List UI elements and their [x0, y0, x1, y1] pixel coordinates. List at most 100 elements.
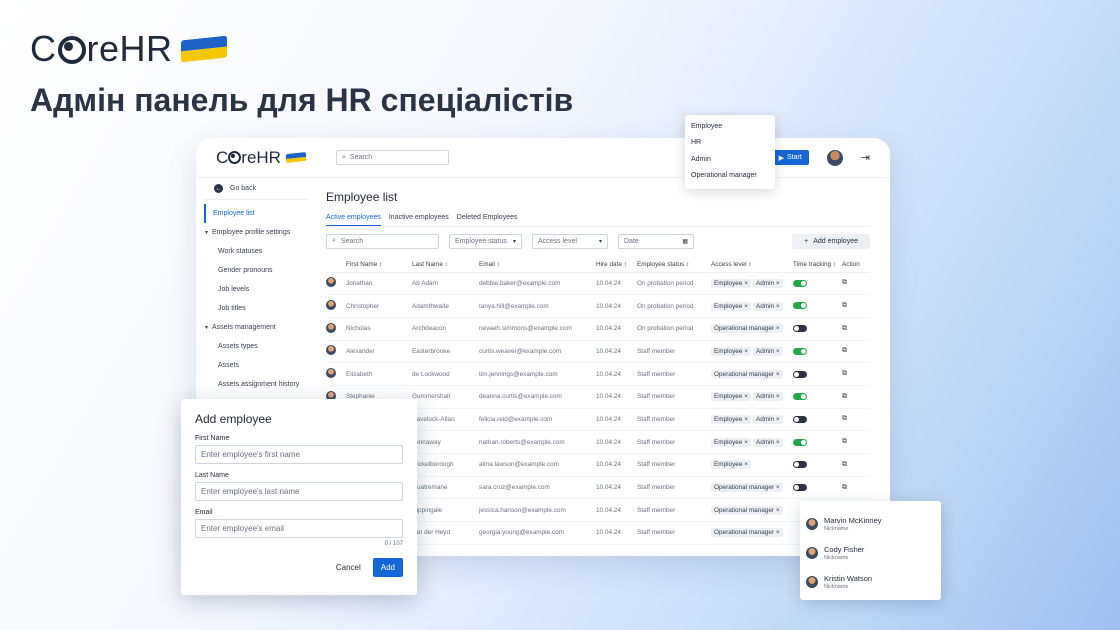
cancel-button[interactable]: Cancel	[336, 563, 361, 572]
access-level-cell[interactable]: Employee × Admin ×	[711, 430, 793, 454]
add-employee-button[interactable]: + Add employee	[792, 233, 870, 249]
open-external-icon[interactable]: ⧉	[842, 484, 847, 491]
access-level-cell[interactable]: Operational manager ×	[711, 498, 793, 523]
time-tracking-toggle[interactable]	[793, 483, 807, 491]
time-tracking-toggle[interactable]	[793, 393, 807, 401]
column-header[interactable]: Employee status ↕	[637, 258, 711, 273]
global-search-input[interactable]: ⌕ Search	[336, 150, 449, 165]
sidebar-item[interactable]: Assets types	[204, 337, 308, 356]
sidebar-item[interactable]: Employee list	[204, 204, 308, 223]
access-tag[interactable]: Admin ×	[752, 414, 783, 424]
access-level-cell[interactable]: Employee × Admin ×	[711, 340, 793, 364]
column-header[interactable]: Time tracking ↕	[793, 258, 842, 273]
time-tracking-toggle[interactable]	[793, 438, 807, 446]
tab-deleted-employees[interactable]: Deleted Employees	[457, 214, 518, 226]
cell-email: georgia.young@example.com	[479, 521, 596, 545]
access-level-cell[interactable]: Employee ×	[711, 453, 793, 477]
table-row[interactable]: Nicholas Archdeacon nevaeh.simmons@example…	[326, 317, 870, 341]
access-tag[interactable]: Operational manager ×	[711, 369, 783, 379]
user-avatar[interactable]	[826, 149, 843, 166]
date-picker[interactable]: Date ▦	[618, 233, 694, 249]
open-external-icon[interactable]: ⧉	[842, 438, 847, 445]
sidebar-item[interactable]: Gender pronouns	[204, 261, 308, 280]
access-tag[interactable]: Operational manager ×	[711, 528, 783, 538]
access-tag[interactable]: Operational manager ×	[711, 324, 783, 334]
table-row[interactable]: Christopher Adamthwaite tanya.hill@example…	[326, 294, 870, 318]
access-tag[interactable]: Employee ×	[711, 392, 751, 402]
add-button[interactable]: Add	[372, 558, 403, 577]
sidebar-item[interactable]: ▾ Assets management	[204, 318, 308, 337]
table-row[interactable]: Alexander Easterbrooke curtis.weaver@examp…	[326, 340, 870, 364]
access-level-cell[interactable]: Operational manager ×	[711, 476, 793, 500]
sidebar-item[interactable]: Job levels	[204, 280, 308, 299]
access-level-cell[interactable]: Operational manager ×	[711, 317, 793, 341]
table-row[interactable]: Elizabeth de Lockwood tim.jennings@example…	[326, 362, 870, 386]
nickname-option[interactable]: Marvin McKinney Nickname	[806, 509, 935, 538]
column-header[interactable]: First Name ↕	[346, 258, 412, 273]
sidebar-item[interactable]: Assets	[204, 356, 308, 375]
open-external-icon[interactable]: ⧉	[842, 461, 847, 468]
open-external-icon[interactable]: ⧉	[842, 415, 847, 422]
open-external-icon[interactable]: ⧉	[842, 370, 847, 377]
access-level-cell[interactable]: Employee × Admin ×	[711, 385, 793, 409]
logout-icon[interactable]: ⇥	[861, 151, 870, 164]
app-logo[interactable]: CreHR	[216, 148, 316, 168]
access-tag[interactable]: Admin ×	[752, 278, 783, 288]
access-tag[interactable]: Admin ×	[752, 346, 783, 356]
time-tracking-toggle[interactable]	[793, 370, 807, 378]
open-external-icon[interactable]: ⧉	[842, 302, 847, 309]
start-button[interactable]: ▶ Start	[771, 150, 809, 165]
access-tag[interactable]: Admin ×	[752, 301, 783, 311]
access-level-cell[interactable]: Operational manager ×	[711, 362, 793, 386]
open-external-icon[interactable]: ⧉	[842, 325, 847, 332]
access-tag[interactable]: Employee ×	[711, 346, 751, 356]
employee-search-input[interactable]: ⌕ Search	[326, 233, 439, 249]
access-tag[interactable]: Employee ×	[711, 301, 751, 311]
access-level-cell[interactable]: Employee × Admin ×	[711, 408, 793, 432]
time-tracking-toggle[interactable]	[793, 302, 807, 310]
email-field[interactable]	[195, 519, 403, 538]
access-tag[interactable]: Admin ×	[752, 437, 783, 447]
access-tag[interactable]: Employee ×	[711, 414, 751, 424]
employee-status-select[interactable]: Employee status ▾	[449, 233, 522, 249]
time-tracking-toggle[interactable]	[793, 461, 807, 469]
tab-active-employees[interactable]: Active employees	[326, 214, 381, 226]
sidebar-item[interactable]: ▾ Employee profile settings	[204, 223, 308, 242]
time-tracking-toggle[interactable]	[793, 325, 807, 333]
first-name-field[interactable]	[195, 445, 403, 464]
access-tag[interactable]: Employee ×	[711, 460, 751, 470]
access-level-cell[interactable]: Operational manager ×	[711, 521, 793, 545]
access-tag[interactable]: Employee ×	[711, 278, 751, 288]
column-header[interactable]: Access level ↕	[711, 258, 793, 273]
access-tag[interactable]: Operational manager ×	[711, 505, 783, 515]
cell-status: On probation period	[637, 294, 711, 318]
sidebar-item[interactable]: Work statuses	[204, 242, 308, 261]
nickname-option[interactable]: Cody Fisher Nickname	[806, 538, 935, 567]
column-header[interactable]: Email ↕	[479, 258, 596, 273]
open-external-icon[interactable]: ⧉	[842, 393, 847, 400]
time-tracking-toggle[interactable]	[793, 415, 807, 423]
time-tracking-toggle[interactable]	[793, 347, 807, 355]
menu-item-operational-manager[interactable]: Operational manager	[685, 168, 775, 185]
menu-item-admin[interactable]: Admin	[685, 151, 775, 168]
menu-item-hr[interactable]: HR	[685, 135, 775, 152]
sidebar-item[interactable]: Job titles	[204, 299, 308, 318]
access-tag[interactable]: Employee ×	[711, 437, 751, 447]
nickname-option[interactable]: Kristin Watson Nickname	[806, 567, 935, 596]
menu-item-employee[interactable]: Employee	[685, 118, 775, 135]
access-level-cell[interactable]: Employee × Admin ×	[711, 294, 793, 318]
table-row[interactable]: Jonathan Ab Adam debbie.baker@example.com 1…	[326, 272, 870, 296]
column-header[interactable]: Last Name ↕	[412, 258, 479, 273]
column-header[interactable]: Hire date ↕	[596, 258, 637, 273]
access-tag[interactable]: Admin ×	[752, 392, 783, 402]
access-level-select[interactable]: Access level ▾	[532, 233, 608, 249]
go-back-button[interactable]: ← Go back	[204, 178, 308, 200]
sidebar-item[interactable]: Assets assignment history	[204, 375, 308, 394]
access-tag[interactable]: Operational manager ×	[711, 483, 783, 493]
open-external-icon[interactable]: ⧉	[842, 279, 847, 286]
open-external-icon[interactable]: ⧉	[842, 347, 847, 354]
access-level-cell[interactable]: Employee × Admin ×	[711, 272, 793, 296]
last-name-field[interactable]	[195, 482, 403, 501]
time-tracking-toggle[interactable]	[793, 279, 807, 287]
tab-inactive-employees[interactable]: Inactive employees	[389, 214, 449, 226]
